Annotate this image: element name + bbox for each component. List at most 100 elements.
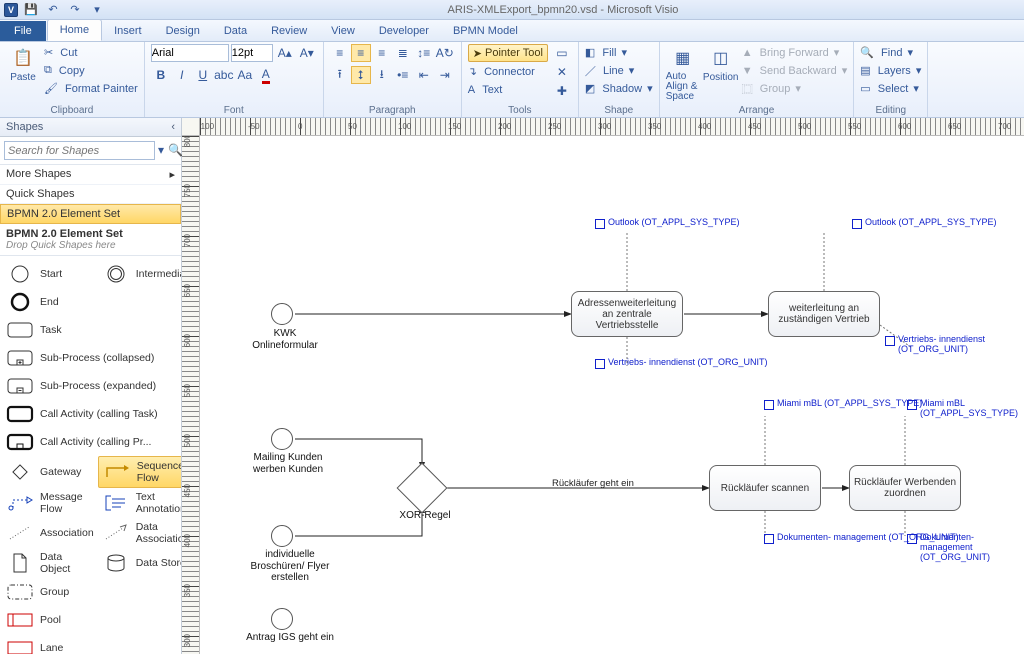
drawing-canvas[interactable]: KWK Onlineformular Adressenweiterleitung… — [200, 136, 1024, 654]
ruler-vertical: 800750700650600550500450400350300 — [182, 136, 200, 654]
att-outlook-2-box — [852, 219, 862, 229]
undo-icon[interactable]: ↶ — [44, 2, 62, 18]
group-button[interactable]: ⿴ Group ▾ — [742, 80, 848, 97]
shape-intermediate[interactable]: Intermediate — [98, 260, 181, 288]
align-right-button[interactable]: ≡ — [372, 44, 392, 62]
att-vertrieb-2: Vertriebs- innendienst (OT_ORG_UNIT) — [898, 335, 1024, 355]
paste-button[interactable]: 📋 Paste — [6, 44, 40, 83]
search-dropdown-icon[interactable]: ▾ — [157, 141, 165, 159]
connector-tool-button[interactable]: ↴ Connector — [468, 63, 548, 80]
cut-button[interactable]: ✂ Cut — [44, 44, 138, 61]
stencil-bpmn-item[interactable]: BPMN 2.0 Element Set — [0, 204, 181, 224]
shrink-font-button[interactable]: A▾ — [297, 44, 317, 62]
shape-message-flow[interactable]: Message Flow — [2, 488, 98, 518]
shape-data-association[interactable]: Data Association — [98, 518, 181, 548]
tab-review[interactable]: Review — [259, 21, 319, 41]
tab-data[interactable]: Data — [212, 21, 259, 41]
align-bottom-button[interactable]: ⭳ — [372, 66, 392, 84]
font-face-combo[interactable] — [151, 44, 229, 62]
quick-shapes-item[interactable]: Quick Shapes — [0, 185, 181, 204]
tab-developer[interactable]: Developer — [367, 21, 441, 41]
font-size-combo[interactable] — [231, 44, 273, 62]
orientation-button[interactable]: A↻ — [435, 44, 455, 62]
att-vertrieb-1: Vertriebs- innendienst (OT_ORG_UNIT) — [608, 358, 768, 368]
strike-button[interactable]: abc — [214, 66, 234, 84]
shape-pool[interactable]: Pool — [2, 606, 181, 634]
send-backward-button[interactable]: ▼ Send Backward ▾ — [742, 62, 848, 79]
rectangle-tool-button[interactable]: ▭ — [552, 44, 572, 62]
shape-text-annotation[interactable]: Text Annotation — [98, 488, 181, 518]
bold-button[interactable]: B — [151, 66, 171, 84]
auto-align-button[interactable]: ▦Auto Align & Space — [666, 44, 700, 102]
tab-home[interactable]: Home — [47, 19, 102, 41]
shape-sequence-flow[interactable]: Sequence Flow — [98, 456, 181, 488]
group-label: Shape — [585, 104, 653, 116]
align-left-button[interactable]: ≡ — [330, 44, 350, 62]
find-button[interactable]: 🔍 Find ▾ — [860, 44, 921, 61]
shape-subprocess-collapsed[interactable]: Sub-Process (collapsed) — [2, 344, 181, 372]
delete-tool-button[interactable]: ✕ — [552, 63, 572, 81]
file-tab[interactable]: File — [0, 21, 46, 41]
align-justify-button[interactable]: ≣ — [393, 44, 413, 62]
align-top-button[interactable]: ⭱ — [330, 66, 350, 84]
grow-font-button[interactable]: A▴ — [275, 44, 295, 62]
att-miami-2: Miami mBL (OT_APPL_SYS_TYPE) — [920, 399, 1024, 419]
underline-button[interactable]: U — [193, 66, 213, 84]
start-event-kwk[interactable] — [271, 303, 293, 325]
italic-button[interactable]: I — [172, 66, 192, 84]
bring-forward-button[interactable]: ▲ Bring Forward ▾ — [742, 44, 848, 61]
start-event-mailing[interactable] — [271, 428, 293, 450]
start-event-broschueren[interactable] — [271, 525, 293, 547]
shape-gateway[interactable]: Gateway — [2, 456, 98, 488]
tab-insert[interactable]: Insert — [102, 21, 154, 41]
cut-icon: ✂ — [44, 46, 53, 59]
decrease-indent-button[interactable]: ⇤ — [414, 66, 434, 84]
text-tool-button[interactable]: A Text — [468, 81, 548, 98]
qat-dropdown-icon[interactable]: ▾ — [88, 2, 106, 18]
task-ruecklaufer-zuordnen[interactable]: Rückläufer Werbenden zuordnen — [849, 465, 961, 511]
format-painter-button[interactable]: 🖌 Format Painter — [44, 80, 138, 97]
align-center-button[interactable]: ≡ — [351, 44, 371, 62]
align-middle-button[interactable]: ⭥ — [351, 66, 371, 84]
save-icon[interactable]: 💾 — [22, 2, 40, 18]
task-adressenweiterleitung[interactable]: Adressenweiterleitung an zentrale Vertri… — [571, 291, 683, 337]
shape-subprocess-expanded[interactable]: Sub-Process (expanded) — [2, 372, 181, 400]
shapes-panel-header: Shapes ‹ — [0, 118, 181, 137]
line-button[interactable]: ／ Line ▾ — [585, 62, 653, 79]
layers-button[interactable]: ▤ Layers ▾ — [860, 62, 921, 79]
line-spacing-button[interactable]: ↕≡ — [414, 44, 434, 62]
copy-button[interactable]: ⧉ Copy — [44, 62, 138, 79]
pointer-tool-button[interactable]: ➤Pointer Tool — [468, 44, 548, 62]
position-button[interactable]: ◫Position — [704, 44, 738, 83]
shape-task[interactable]: Task — [2, 316, 181, 344]
tab-bpmn-model[interactable]: BPMN Model — [441, 21, 530, 41]
shape-data-object[interactable]: Data Object — [2, 548, 98, 578]
search-input[interactable] — [4, 141, 155, 160]
more-shapes-item[interactable]: More Shapes▸ — [0, 165, 181, 185]
font-color-button[interactable]: A — [256, 66, 276, 84]
shape-callactivity-task[interactable]: Call Activity (calling Task) — [2, 400, 181, 428]
task-weiterleitung[interactable]: weiterleitung an zuständigen Vertrieb — [768, 291, 880, 337]
bullets-button[interactable]: •≡ — [393, 66, 413, 84]
shadow-button[interactable]: ◩ Shadow ▾ — [585, 80, 653, 97]
group-tools: ➤Pointer Tool ↴ Connector A Text ▭ ✕ ✚ T… — [462, 42, 579, 117]
redo-icon[interactable]: ↷ — [66, 2, 84, 18]
select-button[interactable]: ▭ Select ▾ — [860, 80, 921, 97]
collapse-icon[interactable]: ‹ — [171, 121, 175, 133]
task-ruecklaufer-scannen[interactable]: Rückläufer scannen — [709, 465, 821, 511]
shape-lane[interactable]: Lane — [2, 634, 181, 654]
shape-end[interactable]: End — [2, 288, 181, 316]
tab-design[interactable]: Design — [154, 21, 212, 41]
shape-callactivity-process[interactable]: Call Activity (calling Pr... — [2, 428, 181, 456]
increase-indent-button[interactable]: ⇥ — [435, 66, 455, 84]
start-event-kwk-label: KWK Onlineformular — [245, 328, 325, 351]
shape-start[interactable]: Start — [2, 260, 98, 288]
shape-data-store[interactable]: Data Store — [98, 548, 181, 578]
shape-group[interactable]: Group — [2, 578, 181, 606]
start-event-antrag-igs[interactable] — [271, 608, 293, 630]
connection-point-button[interactable]: ✚ — [552, 82, 572, 100]
text-highlight-button[interactable]: Aa — [235, 66, 255, 84]
tab-view[interactable]: View — [319, 21, 367, 41]
fill-button[interactable]: ◧ Fill ▾ — [585, 44, 653, 61]
shape-association[interactable]: Association — [2, 518, 98, 548]
